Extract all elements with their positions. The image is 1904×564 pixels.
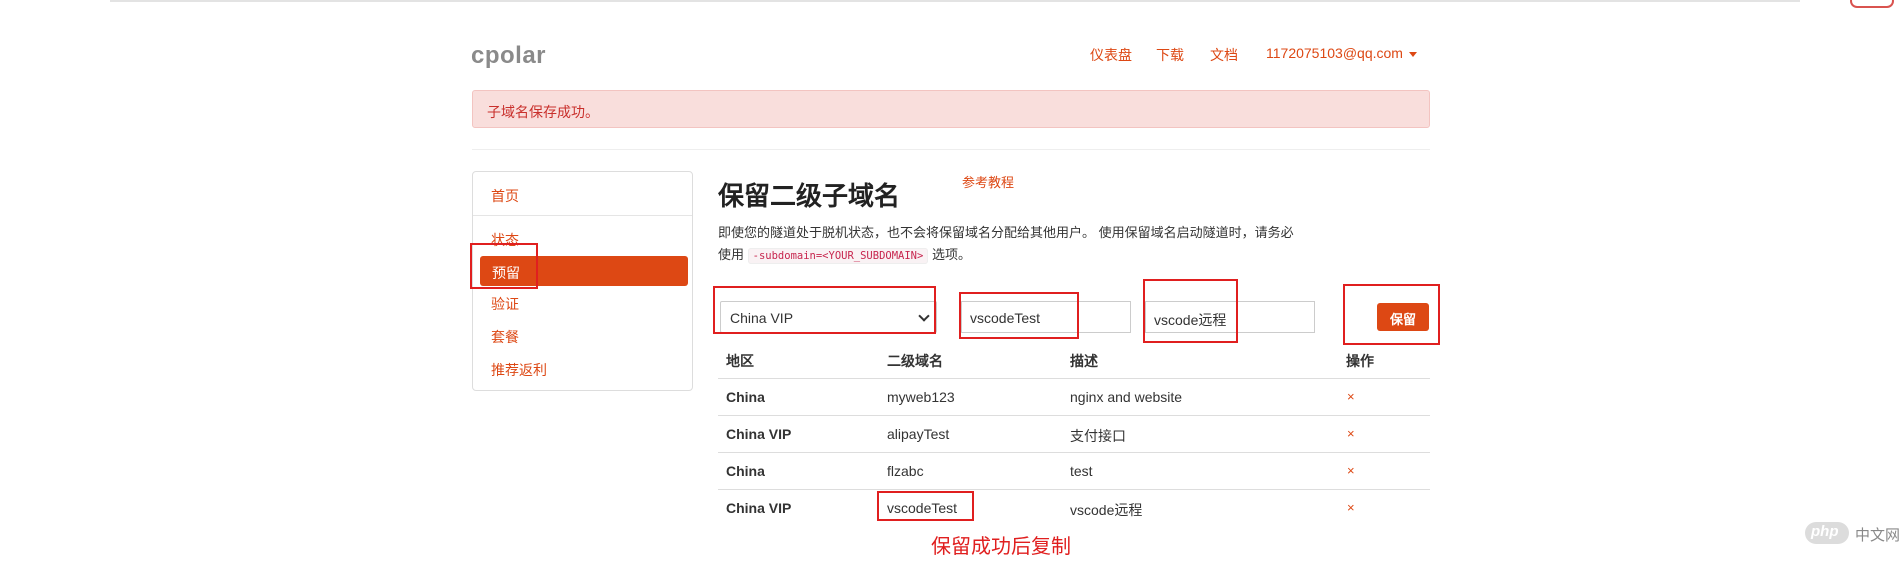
highlight-box-region bbox=[713, 286, 936, 334]
success-alert: 子域名保存成功。 bbox=[472, 90, 1430, 128]
delete-icon[interactable]: × bbox=[1347, 389, 1355, 404]
caret-down-icon bbox=[1408, 51, 1417, 57]
php-logo: php bbox=[1805, 522, 1849, 544]
top-right-badge bbox=[1850, 0, 1894, 8]
row-divider bbox=[718, 378, 1430, 379]
header-subdomain: 二级域名 bbox=[887, 353, 943, 369]
sidebar-item-home[interactable]: 首页 bbox=[491, 186, 519, 206]
delete-icon[interactable]: × bbox=[1347, 500, 1355, 515]
delete-icon[interactable]: × bbox=[1347, 426, 1355, 441]
sidebar-item-referral[interactable]: 推荐返利 bbox=[491, 360, 547, 380]
browser-top-edge bbox=[110, 0, 1800, 2]
highlight-box-reserve bbox=[470, 243, 538, 289]
delete-icon[interactable]: × bbox=[1347, 463, 1355, 478]
cell-description: test bbox=[1070, 463, 1093, 479]
page-description: 即使您的隧道处于脱机状态，也不会将保留域名分配给其他用户。 使用保留域名启动隧道… bbox=[718, 222, 1298, 267]
description-suffix: 选项。 bbox=[931, 247, 971, 262]
subdomain-code: -subdomain=<YOUR_SUBDOMAIN> bbox=[747, 248, 929, 264]
nav-docs[interactable]: 文档 bbox=[1210, 45, 1238, 65]
cell-description: 支付接口 bbox=[1070, 428, 1126, 444]
cell-subdomain: flzabc bbox=[887, 463, 924, 479]
row-divider bbox=[718, 452, 1430, 453]
cell-description: vscode远程 bbox=[1070, 502, 1143, 518]
sidebar-divider bbox=[473, 215, 692, 216]
divider bbox=[472, 149, 1430, 150]
alert-message: 子域名保存成功。 bbox=[487, 104, 599, 120]
cell-region: China bbox=[726, 389, 765, 405]
watermark: php 中文网 bbox=[1805, 522, 1904, 544]
nav-download[interactable]: 下载 bbox=[1156, 45, 1184, 65]
sidebar-item-plan[interactable]: 套餐 bbox=[491, 327, 519, 347]
cell-region: China bbox=[726, 463, 765, 479]
account-email: 1172075103@qq.com bbox=[1266, 45, 1403, 61]
cell-description: nginx and website bbox=[1070, 389, 1183, 405]
cell-subdomain: myweb123 bbox=[887, 389, 955, 405]
nav-dashboard[interactable]: 仪表盘 bbox=[1090, 45, 1132, 65]
cell-subdomain: alipayTest bbox=[887, 426, 950, 442]
watermark-text: 中文网 bbox=[1855, 527, 1901, 544]
highlight-box-copied-subdomain bbox=[877, 491, 974, 521]
sidebar-item-verify[interactable]: 验证 bbox=[491, 294, 519, 314]
nav-account-menu[interactable]: 1172075103@qq.com bbox=[1266, 45, 1417, 61]
reference-tutorial-link[interactable]: 参考教程 bbox=[962, 172, 1014, 191]
annotation-copy-after-save: 保留成功后复制 bbox=[931, 536, 1071, 558]
header-region: 地区 bbox=[726, 353, 754, 369]
row-divider bbox=[718, 415, 1430, 416]
header-actions: 操作 bbox=[1346, 353, 1374, 369]
header-description: 描述 bbox=[1070, 353, 1098, 369]
highlight-box-save bbox=[1343, 284, 1440, 345]
cell-region: China VIP bbox=[726, 426, 792, 442]
cell-region: China VIP bbox=[726, 500, 792, 516]
brand-logo[interactable]: cpolar bbox=[471, 42, 546, 70]
row-divider bbox=[718, 489, 1430, 490]
page-title: 保留二级子域名 bbox=[718, 181, 901, 211]
highlight-box-description bbox=[1143, 279, 1238, 343]
highlight-box-subdomain bbox=[959, 292, 1079, 339]
